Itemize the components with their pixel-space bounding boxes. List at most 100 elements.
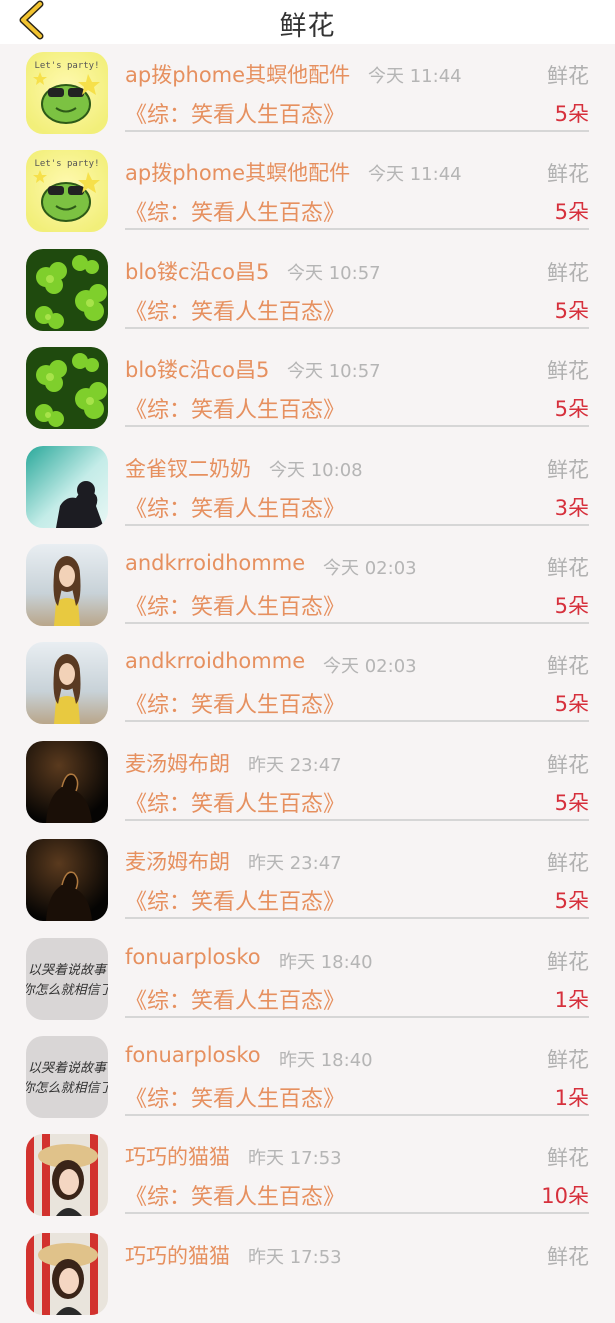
gift-count: 5朵	[554, 298, 589, 323]
top-bar: 鲜花	[0, 0, 615, 44]
gift-count: 5朵	[554, 397, 589, 422]
timestamp: 昨天 18:40	[279, 1049, 373, 1071]
gift-type-label: 鲜花	[547, 359, 589, 384]
gift-count: 5朵	[554, 102, 589, 126]
gift-type-label: 鲜花	[547, 654, 589, 679]
list-item[interactable]: 巧巧的猫猫 昨天 17:53 鲜花	[0, 1225, 615, 1323]
avatar[interactable]	[26, 642, 108, 725]
sender-name[interactable]: 麦汤姆布朗	[125, 748, 230, 778]
gift-count: 5朵	[554, 790, 589, 815]
gift-count: 5朵	[554, 200, 589, 225]
avatar[interactable]	[26, 347, 108, 430]
book-title[interactable]: 《综：笑看人生百态》	[125, 983, 345, 1015]
book-title[interactable]: 《综：笑看人生百态》	[125, 1081, 345, 1113]
gift-type-label: 鲜花	[547, 851, 589, 876]
divider	[125, 720, 589, 723]
book-title[interactable]: 《综：笑看人生百态》	[125, 884, 345, 916]
list-item[interactable]: 以哭着说故事 你怎么就相信了 fonuarplosko 昨天 18:40 鲜花 《综：笑看…	[0, 930, 615, 1028]
divider	[125, 523, 589, 526]
book-title[interactable]: 《综：笑看人生百态》	[125, 687, 345, 719]
flower-gift-list: Let's party! ap拨phome其螟他配件 今天 11:44 鲜花 《综：笑看…	[0, 44, 615, 1323]
book-title[interactable]: 《综：笑看人生百态》	[125, 195, 345, 227]
sender-name[interactable]: 巧巧的猫猫	[125, 1240, 230, 1270]
sender-name[interactable]: 麦汤姆布朗	[125, 846, 230, 876]
gift-count: 5朵	[554, 692, 589, 717]
gift-count: 3朵	[554, 495, 589, 520]
gift-count: 5朵	[554, 593, 589, 618]
timestamp: 今天 02:03	[323, 557, 417, 579]
avatar[interactable]: Let's party!	[26, 52, 108, 134]
list-item[interactable]: 巧巧的猫猫 昨天 17:53 鲜花 《综：笑看人生百态》 10朵	[0, 1126, 615, 1224]
sender-name[interactable]: 金雀钗二奶奶	[125, 453, 251, 483]
book-title[interactable]: 《综：笑看人生百态》	[125, 491, 345, 523]
book-title[interactable]: 《综：笑看人生百态》	[125, 1179, 345, 1211]
sender-name[interactable]: blo镂c沿co昌5	[125, 354, 269, 384]
list-item[interactable]: blo镂c沿co昌5 今天 10:57 鲜花《综：笑看人生百态》 5朵	[0, 241, 615, 339]
sender-name[interactable]: blo镂c沿co昌5	[125, 256, 269, 286]
sender-name[interactable]: fonuarplosko	[125, 1043, 261, 1067]
avatar[interactable]	[26, 1232, 108, 1315]
book-title[interactable]: 《综：笑看人生百态》	[125, 392, 345, 424]
timestamp: 昨天 17:53	[248, 1246, 342, 1268]
list-item[interactable]: Let's party! ap拨phome其螟他配件 今天 11:44 鲜花《综：笑看…	[0, 142, 615, 240]
avatar[interactable]: Let's party!	[26, 150, 108, 233]
avatar[interactable]	[26, 248, 108, 331]
svg-text:Let's party!: Let's party!	[34, 61, 99, 71]
divider	[125, 621, 589, 624]
timestamp: 今天 11:44	[368, 66, 462, 87]
book-title[interactable]: 《综：笑看人生百态》	[125, 786, 345, 818]
divider	[125, 425, 589, 428]
gift-count: 1朵	[554, 1085, 589, 1110]
divider	[125, 1212, 589, 1215]
avatar[interactable]	[26, 740, 108, 823]
timestamp: 昨天 23:47	[248, 754, 342, 776]
sender-name[interactable]: andkrroidhomme	[125, 551, 305, 575]
timestamp: 今天 10:08	[269, 459, 363, 481]
gift-type-label: 鲜花	[547, 1244, 589, 1269]
timestamp: 今天 10:57	[287, 262, 381, 284]
timestamp: 今天 02:03	[323, 656, 417, 678]
gift-type-label: 鲜花	[547, 555, 589, 580]
avatar[interactable]: 以哭着说故事 你怎么就相信了	[26, 1035, 108, 1118]
divider	[125, 228, 589, 231]
list-item[interactable]: 麦汤姆布朗 昨天 23:47 鲜花 《综：笑看人生百态》 5朵	[0, 831, 615, 929]
sender-name[interactable]: ap拨phome其螟他配件	[125, 157, 350, 187]
avatar[interactable]	[26, 1134, 108, 1217]
avatar[interactable]: 以哭着说故事 你怎么就相信了	[26, 937, 108, 1020]
timestamp: 今天 10:57	[287, 361, 381, 383]
list-item[interactable]: blo镂c沿co昌5 今天 10:57 鲜花《综：笑看人生百态》 5朵	[0, 339, 615, 437]
gift-type-label: 鲜花	[547, 260, 589, 285]
list-item[interactable]: 以哭着说故事 你怎么就相信了 fonuarplosko 昨天 18:40 鲜花《综：笑看…	[0, 1028, 615, 1126]
list-item[interactable]: andkrroidhomme 今天 02:03 鲜花《综：笑看人生百态》 5朵	[0, 536, 615, 634]
book-title[interactable]: 《综：笑看人生百态》	[125, 589, 345, 621]
avatar[interactable]	[26, 543, 108, 626]
book-title[interactable]: 《综：笑看人生百态》	[125, 294, 345, 326]
page-title: 鲜花	[279, 11, 336, 42]
list-item[interactable]: 麦汤姆布朗 昨天 23:47 鲜花 《综：笑看人生百态》 5朵	[0, 733, 615, 831]
sender-name[interactable]: ap拨phome其螟他配件	[125, 59, 350, 89]
gift-type-label: 鲜花	[547, 949, 589, 974]
gift-type-label: 鲜花	[547, 162, 589, 187]
svg-text:你怎么就相信了: 你怎么就相信了	[26, 1081, 108, 1096]
divider	[125, 1113, 589, 1116]
sender-name[interactable]: andkrroidhomme	[125, 649, 305, 673]
list-item[interactable]: 金雀钗二奶奶 今天 10:08 鲜花 《综：笑看人生百态》 3朵	[0, 438, 615, 536]
sender-name[interactable]: 巧巧的猫猫	[125, 1141, 230, 1171]
svg-text:你怎么就相信了: 你怎么就相信了	[26, 983, 108, 998]
divider	[125, 326, 589, 329]
gift-type-label: 鲜花	[547, 64, 589, 88]
timestamp: 昨天 17:53	[248, 1148, 342, 1170]
sender-name[interactable]: fonuarplosko	[125, 945, 261, 969]
divider	[125, 917, 589, 920]
list-item[interactable]: Let's party! ap拨phome其螟他配件 今天 11:44 鲜花《综：笑看…	[0, 44, 615, 142]
gift-count: 5朵	[554, 889, 589, 914]
book-title[interactable]: 《综：笑看人生百态》	[125, 97, 345, 129]
avatar[interactable]	[26, 839, 108, 922]
gift-type-label: 鲜花	[547, 1146, 589, 1171]
list-item[interactable]: andkrroidhomme 今天 02:03 鲜花《综：笑看人生百态》 5朵	[0, 634, 615, 732]
divider	[125, 818, 589, 821]
avatar[interactable]	[26, 445, 108, 528]
gift-type-label: 鲜花	[547, 1047, 589, 1072]
timestamp: 今天 11:44	[368, 164, 462, 186]
svg-text:以哭着说故事: 以哭着说故事	[28, 963, 108, 978]
